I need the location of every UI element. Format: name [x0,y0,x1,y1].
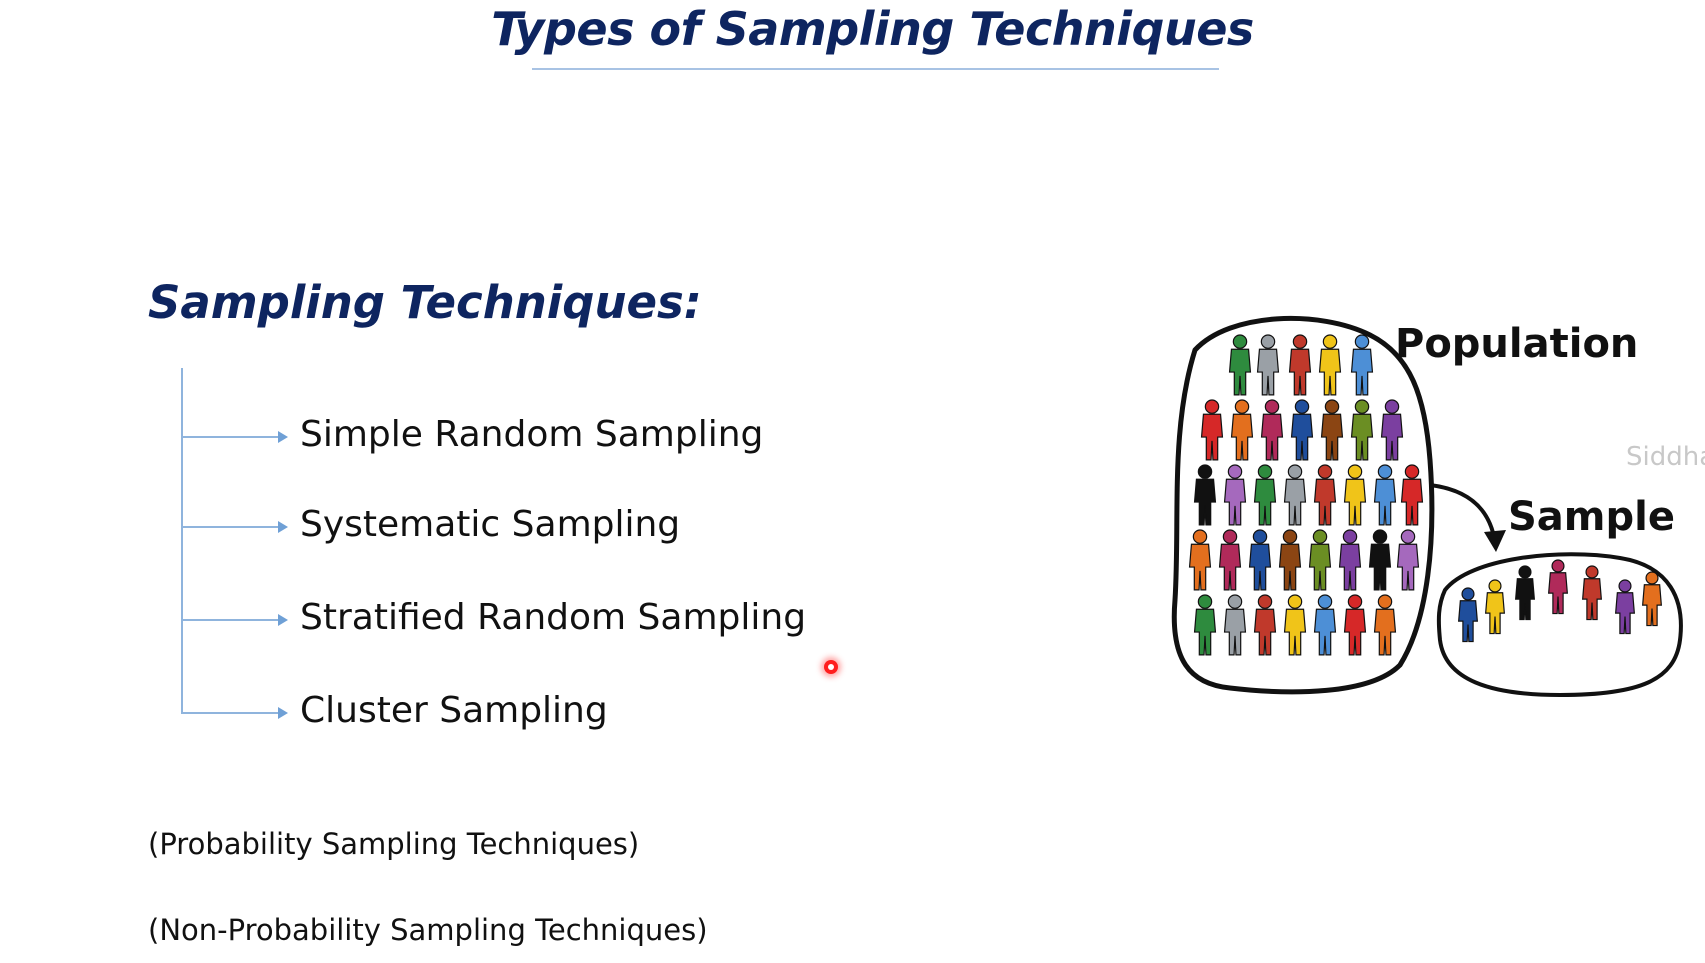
sample-label: Sample [1508,494,1675,540]
population-label: Population [1395,321,1638,367]
watermark: Siddha [1626,442,1705,472]
population-sample-illustration: Population Sample [1171,316,1683,698]
